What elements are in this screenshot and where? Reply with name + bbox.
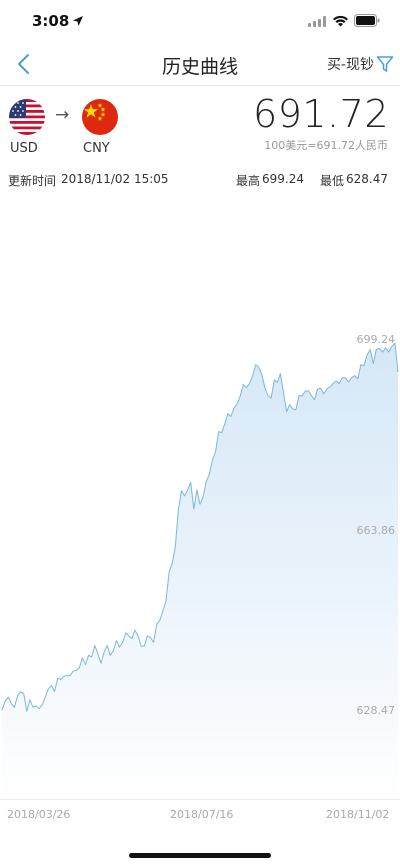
y-tick-label: 628.47 <box>356 704 396 717</box>
from-currency-code: USD <box>10 141 38 156</box>
high-label: 最高 <box>236 174 261 188</box>
arrow-right-icon: → <box>55 105 70 125</box>
low-label: 最低 <box>320 174 345 188</box>
location-arrow-icon <box>73 16 83 26</box>
us-flag-icon <box>9 99 45 135</box>
status-bar: 3:08 <box>0 0 400 44</box>
to-currency-code: CNY <box>83 141 110 156</box>
rate-history-chart[interactable]: 699.24 663.86 628.47 <box>0 200 400 800</box>
update-time-label: 更新时间 <box>8 174 57 188</box>
exchange-rate-note: 100美元=691.72人民币 <box>264 139 388 152</box>
high-value: 699.24 <box>262 172 304 186</box>
chart-plot <box>1 342 399 800</box>
rate-info-row: 更新时间 2018/11/02 15:05 最高 699.24 最低 628.4… <box>0 172 400 188</box>
battery-icon <box>354 14 380 27</box>
cn-flag-icon <box>82 99 118 135</box>
signal-icon <box>308 16 326 27</box>
nav-bar: 历史曲线 买-现钞 <box>0 44 400 86</box>
exchange-rate-value: 691.72 <box>253 92 389 136</box>
filter-label: 买-现钞 <box>326 57 374 73</box>
x-tick-label: 2018/03/26 <box>7 808 71 821</box>
series-area <box>2 343 398 800</box>
x-tick-label: 2018/11/02 <box>326 808 390 821</box>
status-time: 3:08 <box>32 12 70 30</box>
x-axis-line <box>0 799 400 800</box>
y-tick-label: 663.86 <box>356 524 396 537</box>
y-tick-label: 699.24 <box>356 333 396 346</box>
low-value: 628.47 <box>346 172 388 186</box>
currency-header: → USD CNY 691.72 100美元=691.72人民币 <box>0 86 400 168</box>
cash-buy-filter-button[interactable]: 买-现钞 <box>327 52 394 76</box>
home-indicator <box>129 853 271 858</box>
x-tick-label: 2018/07/16 <box>170 808 234 821</box>
update-time-value: 2018/11/02 15:05 <box>61 172 169 186</box>
wifi-icon <box>333 15 348 27</box>
filter-icon <box>376 56 394 72</box>
